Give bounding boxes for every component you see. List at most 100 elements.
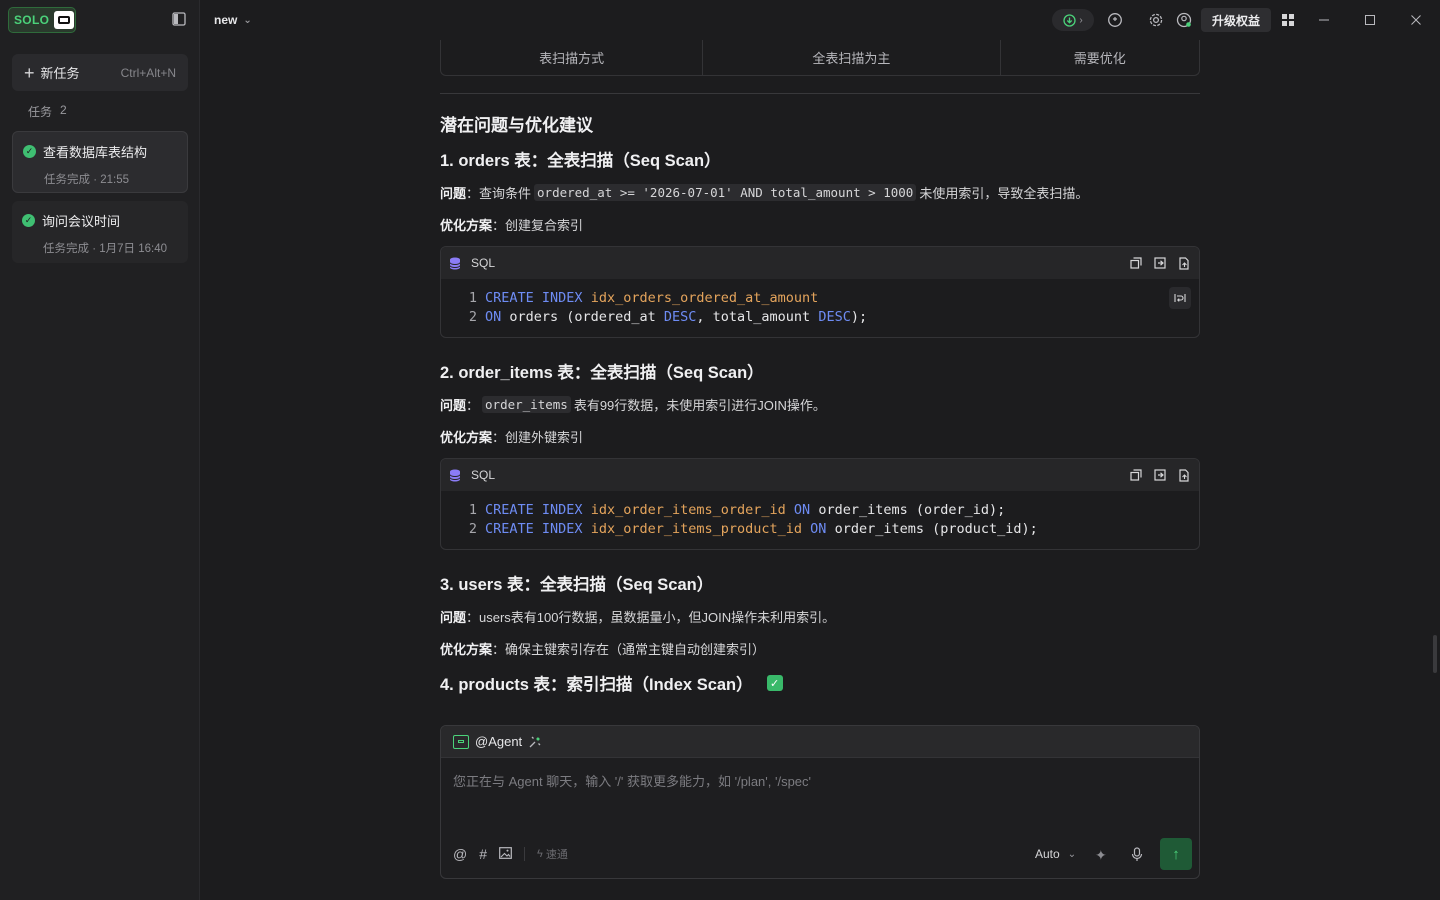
download-circle-icon bbox=[1063, 13, 1076, 27]
solution-label: 优化方案 bbox=[440, 642, 493, 657]
chevron-down-icon: ⌄ bbox=[243, 14, 252, 26]
problem-line: 问题 ：users表有100行数据，虽数据量小，但JOIN操作未利用索引。 bbox=[440, 607, 835, 626]
microphone-icon[interactable] bbox=[1131, 847, 1145, 863]
agent-label: @Agent bbox=[475, 734, 523, 749]
solution-line: 优化方案 ：创建复合索引 bbox=[440, 215, 583, 234]
feedback-icon[interactable] bbox=[1106, 11, 1124, 29]
sql-keyword: CREATE INDEX bbox=[485, 521, 583, 537]
code-line: 2 ON orders (ordered_at DESC, total_amoun… bbox=[465, 308, 1199, 327]
solution-label: 优化方案 bbox=[440, 430, 493, 445]
inline-code: order_items bbox=[482, 396, 571, 413]
scrollbar-thumb[interactable] bbox=[1433, 635, 1437, 673]
sql-identifier: idx_order_items_order_id bbox=[590, 502, 786, 518]
solo-logo[interactable]: SOLO bbox=[8, 7, 76, 33]
sql-keyword: ON bbox=[810, 521, 827, 537]
code-block: SQL 1 CREATE INDEX idx_order_items_order_… bbox=[440, 458, 1200, 550]
issue-heading: 4. products 表：索引扫描（Index Scan） bbox=[440, 676, 753, 694]
solution-label: 优化方案 bbox=[440, 218, 493, 233]
arrow-up-icon: ↑ bbox=[1172, 845, 1180, 863]
tasks-header-label: 任务 bbox=[28, 105, 53, 119]
solution-text: ：创建外键索引 bbox=[492, 430, 584, 445]
apply-file-icon[interactable] bbox=[1177, 468, 1191, 482]
code-line: 1 CREATE INDEX idx_order_items_order_id O… bbox=[465, 501, 1199, 520]
problem-text: ：users表有100行数据，虽数据量小，但JOIN操作未利用索引。 bbox=[466, 610, 836, 625]
toolbar-divider bbox=[524, 847, 526, 861]
sql-keyword: CREATE INDEX bbox=[485, 502, 583, 518]
speed-mode-toggle[interactable]: ϟ 速通 bbox=[537, 846, 568, 862]
section-title: 潜在问题与优化建议 bbox=[440, 116, 593, 135]
send-button[interactable]: ↑ bbox=[1160, 838, 1192, 870]
problem-text: 未使用索引，导致全表扫描。 bbox=[919, 186, 1089, 201]
insert-icon[interactable] bbox=[1153, 256, 1167, 270]
code-block-header: SQL bbox=[441, 247, 1199, 279]
problem-label: 问题 bbox=[440, 398, 467, 413]
sql-text: order_items (order_id); bbox=[818, 502, 1006, 518]
problem-line: 问题 ： order_items 表有99行数据，未使用索引进行JOIN操作。 bbox=[440, 395, 826, 414]
database-icon bbox=[449, 257, 461, 269]
maximize-icon[interactable] bbox=[1360, 10, 1380, 30]
sidebar: SOLO + 新任务 Ctrl+Alt+N 任务 2 ✓ 查看数据库表结构 任务… bbox=[0, 0, 200, 900]
task-status: 任务完成 · 1月7日 16:40 bbox=[43, 243, 167, 255]
sparkle-icon[interactable]: ✦ bbox=[1095, 847, 1107, 864]
tools-icon bbox=[529, 736, 541, 747]
code-block-header: SQL bbox=[441, 459, 1199, 491]
insert-icon[interactable] bbox=[1153, 468, 1167, 482]
sql-keyword: ON bbox=[793, 502, 811, 518]
table-cell: 需要优化 bbox=[1073, 51, 1126, 66]
chat-toolbar: @ # ϟ 速通 bbox=[453, 846, 568, 862]
divider bbox=[440, 93, 1200, 94]
settings-gear-icon[interactable] bbox=[1147, 11, 1165, 29]
copy-icon[interactable] bbox=[1129, 256, 1143, 270]
task-item[interactable]: ✓ 查看数据库表结构 任务完成 · 21:55 bbox=[12, 131, 188, 193]
task-item[interactable]: ✓ 询问会议时间 任务完成 · 1月7日 16:40 bbox=[12, 201, 188, 263]
issue-heading: 1. orders 表：全表扫描（Seq Scan） bbox=[440, 152, 721, 170]
check-circle-icon: ✓ bbox=[23, 145, 36, 158]
solution-line: 优化方案 ：创建外键索引 bbox=[440, 427, 583, 446]
tasks-header: 任务 2 bbox=[28, 103, 67, 120]
solution-line: 优化方案 ：确保主键索引存在（通常主键自动创建索引） bbox=[440, 639, 765, 658]
upgrade-button[interactable]: 升级权益 bbox=[1201, 8, 1272, 32]
apply-file-icon[interactable] bbox=[1177, 256, 1191, 270]
apps-grid-icon[interactable] bbox=[1279, 11, 1297, 29]
new-task-button[interactable]: + 新任务 Ctrl+Alt+N bbox=[12, 54, 188, 91]
line-number: 2 bbox=[468, 309, 477, 325]
sql-text: orders (ordered_at bbox=[509, 309, 656, 325]
code-language: SQL bbox=[471, 468, 496, 482]
sql-text: order_items (product_id); bbox=[834, 521, 1038, 537]
task-status: 任务完成 · 21:55 bbox=[44, 174, 129, 186]
code-block: SQL 1 CREATE INDEX idx_orders_ordered_at_… bbox=[440, 246, 1200, 338]
word-wrap-icon[interactable] bbox=[1169, 287, 1191, 309]
problem-line: 问题 ：查询条件 ordered_at >= '2026-07-01' AND … bbox=[440, 183, 1088, 202]
status-indicator[interactable]: › bbox=[1052, 9, 1094, 31]
chat-input-placeholder[interactable]: 您正在与 Agent 聊天，输入 '/' 获取更多能力，如 '/plan', '… bbox=[453, 771, 811, 790]
line-number: 1 bbox=[468, 502, 477, 518]
new-task-label: 新任务 bbox=[40, 66, 80, 81]
task-title: 询问会议时间 bbox=[42, 214, 121, 229]
sidebar-toggle-icon[interactable] bbox=[172, 12, 188, 28]
solution-text: ：创建复合索引 bbox=[492, 218, 584, 233]
sql-text: ); bbox=[850, 309, 868, 325]
code-content: 1 CREATE INDEX idx_orders_ordered_at_amou… bbox=[441, 279, 1199, 327]
sql-keyword: DESC bbox=[663, 309, 697, 325]
minimize-icon[interactable] bbox=[1314, 10, 1334, 30]
problem-text: ： bbox=[466, 398, 480, 413]
mention-icon[interactable]: @ bbox=[453, 846, 467, 862]
copy-icon[interactable] bbox=[1129, 468, 1143, 482]
check-mark-icon: ✓ bbox=[766, 675, 783, 691]
image-icon[interactable] bbox=[499, 846, 512, 862]
problem-text: 表有99行数据，未使用索引进行JOIN操作。 bbox=[573, 398, 826, 413]
table-cell: 全表扫描为主 bbox=[703, 40, 1001, 75]
account-icon[interactable] bbox=[1175, 11, 1193, 29]
table-cell: 表扫描方式 bbox=[441, 40, 704, 75]
hashtag-icon[interactable]: # bbox=[479, 846, 487, 862]
chat-agent-header[interactable]: @Agent bbox=[441, 726, 1199, 758]
chevron-down-icon: ⌄ bbox=[1067, 848, 1077, 860]
tab-title: new bbox=[214, 13, 238, 27]
close-icon[interactable] bbox=[1406, 10, 1426, 30]
sql-keyword: CREATE INDEX bbox=[485, 290, 583, 306]
check-circle-icon: ✓ bbox=[22, 214, 35, 227]
new-task-shortcut: Ctrl+Alt+N bbox=[120, 65, 176, 80]
model-selector[interactable]: Auto ⌄ bbox=[1035, 847, 1076, 861]
tab-selector[interactable]: new ⌄ bbox=[214, 13, 252, 27]
database-icon bbox=[449, 469, 461, 481]
